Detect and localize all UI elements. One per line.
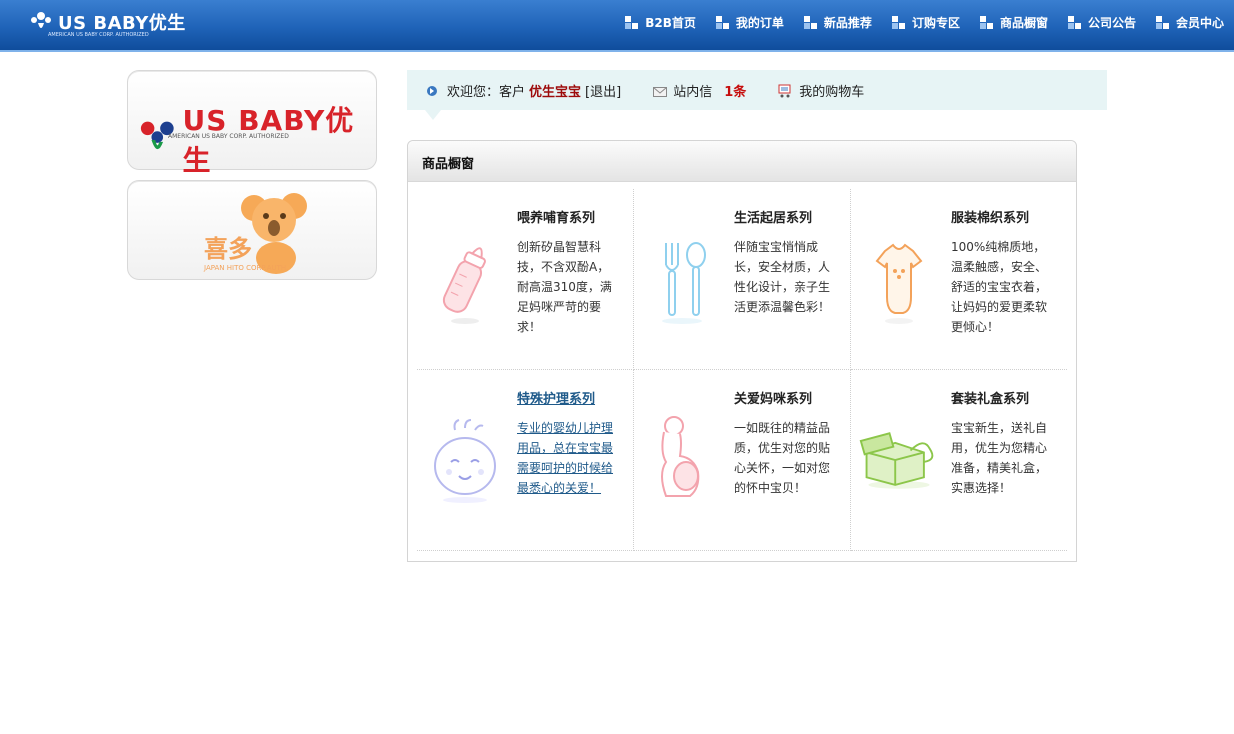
nav-label: 新品推荐 (823, 16, 872, 30)
onesie-icon (875, 243, 923, 324)
category-feeding[interactable]: 喂养哺育系列 创新矽晶智慧科技，不含双酚A，耐高温310度，满足妈咪严苛的要求！ (417, 189, 634, 370)
nav-label: 会员中心 (1175, 16, 1224, 30)
category-title: 关爱妈咪系列 (734, 392, 813, 407)
nav-new-products[interactable]: 新品推荐 (803, 14, 872, 31)
hito-name: 喜多 (204, 235, 252, 263)
utensils-icon (662, 242, 706, 324)
category-title[interactable]: 特殊护理系列 (517, 388, 595, 407)
nav-square-icon (803, 15, 818, 30)
nav-square-icon (891, 15, 906, 30)
cart-icon (778, 84, 791, 97)
cart-label: 我的购物车 (799, 85, 865, 100)
nav-square-icon (1155, 15, 1170, 30)
brand-hito-box[interactable]: 喜多 JAPAN HITO CORP.AUTH. (127, 180, 377, 280)
category-mommy-care[interactable]: 关爱妈咪系列 一如既往的精益品质，优生对您的贴心关怀，一如对您的怀中宝贝！ (634, 370, 851, 551)
nav-square-icon (625, 15, 639, 30)
top-nav: B2B首页 我的订单 新品推荐 订购专区 商品橱窗 公司公告 会员中心 (625, 14, 1224, 31)
nav-label: B2B首页 (645, 16, 696, 30)
bottle-icon (442, 247, 486, 324)
welcome-greeting: 欢迎您：客户 (447, 85, 526, 100)
category-title: 喂养哺育系列 (517, 211, 596, 226)
pregnant-mom-icon (661, 416, 700, 497)
messages-count: 1条 (724, 85, 747, 100)
customer-name: 优生宝宝 (529, 85, 582, 100)
usbaby-sub: AMERICAN US BABY CORP. AUTHORIZED (168, 133, 289, 140)
category-gift-sets[interactable]: 套装礼盒系列 宝宝新生，送礼自用，优生为您精心准备，精美礼盒，实惠选择！ (851, 370, 1067, 551)
nav-showcase[interactable]: 商品橱窗 (979, 14, 1048, 31)
header-logo[interactable]: US BABY优生 AMERICAN US BABY CORP. AUTHORI… (30, 9, 186, 38)
category-desc: 100%纯棉质地，温柔触感，安全、舒适的宝宝衣着，让妈妈的爱更柔软更倾心！ (951, 240, 1048, 334)
showcase-grid: 喂养哺育系列 创新矽晶智慧科技，不含双酚A，耐高温310度，满足妈咪严苛的要求！… (417, 189, 1067, 551)
baby-face-icon (434, 419, 496, 503)
nav-square-icon (715, 15, 730, 30)
top-header: US BABY优生 AMERICAN US BABY CORP. AUTHORI… (0, 0, 1234, 52)
category-desc: 创新矽晶智慧科技，不含双酚A，耐高温310度，满足妈咪严苛的要求！ (517, 240, 612, 334)
category-title: 套装礼盒系列 (951, 392, 1030, 407)
cart-link[interactable]: 我的购物车 (778, 81, 864, 100)
category-desc: 宝宝新生，送礼自用，优生为您精心准备，精美礼盒，实惠选择！ (951, 421, 1048, 495)
category-title: 服装棉织系列 (951, 211, 1030, 226)
showcase-title: 商品橱窗 (422, 157, 475, 172)
category-desc: 伴随宝宝悄悄成长，安全材质，人性化设计，亲子生活更添温馨色彩！ (734, 240, 831, 314)
gift-box-icon (859, 432, 934, 489)
envelope-icon (653, 86, 668, 97)
brand-usbaby-box[interactable]: US BABY优生 AMERICAN US BABY CORP. AUTHORI… (127, 70, 377, 177)
category-desc[interactable]: 专业的婴幼儿护理用品，总在宝宝最需要呵护的时候给最悉心的关爱！ (517, 418, 617, 498)
nav-label: 我的订单 (735, 16, 784, 30)
nav-order-zone[interactable]: 订购专区 (891, 14, 960, 31)
brand-sidebar: US BABY优生 AMERICAN US BABY CORP. AUTHORI… (127, 70, 377, 290)
arrow-right-icon (427, 85, 437, 96)
nav-square-icon (1067, 15, 1082, 30)
nav-member-center[interactable]: 会员中心 (1155, 14, 1224, 31)
category-clothing[interactable]: 服装棉织系列 100%纯棉质地，温柔触感，安全、舒适的宝宝衣着，让妈妈的爱更柔软… (851, 189, 1067, 370)
messages-label: 站内信 (673, 85, 713, 100)
nav-square-icon (979, 15, 994, 30)
welcome-bar: 欢迎您：客户 优生宝宝 [退出] 站内信 1条 我的购物车 (407, 70, 1107, 120)
hito-sub: JAPAN HITO CORP.AUTH. (204, 264, 289, 272)
category-desc: 一如既往的精益品质，优生对您的贴心关怀，一如对您的怀中宝贝！ (734, 421, 831, 495)
logout-link[interactable]: [退出] (585, 81, 621, 100)
nav-label: 公司公告 (1087, 16, 1136, 30)
header-brand-sub: AMERICAN US BABY CORP. AUTHORIZED (48, 32, 149, 38)
nav-label: 订购专区 (911, 16, 960, 30)
showcase-panel: 商品橱窗 喂养哺育系列 创新矽晶智慧科技，不含双酚A，耐高温310度，满足妈咪严… (407, 140, 1077, 562)
category-living[interactable]: 生活起居系列 伴随宝宝悄悄成长，安全材质，人性化设计，亲子生活更添温馨色彩！ (634, 189, 851, 370)
category-special-care[interactable]: 特殊护理系列 专业的婴幼儿护理用品，总在宝宝最需要呵护的时候给最悉心的关爱！ (417, 370, 634, 551)
usbaby-logo: US BABY优生 AMERICAN US BABY CORP. AUTHORI… (138, 99, 376, 179)
showcase-header: 商品橱窗 (408, 141, 1076, 182)
nav-label: 商品橱窗 (999, 16, 1048, 30)
nav-announcements[interactable]: 公司公告 (1067, 14, 1136, 31)
category-title: 生活起居系列 (734, 211, 813, 226)
nav-home[interactable]: B2B首页 (625, 14, 696, 31)
baby-logo-icon (31, 12, 51, 28)
nav-my-orders[interactable]: 我的订单 (715, 14, 784, 31)
messages-link[interactable]: 站内信 1条 (653, 81, 746, 100)
